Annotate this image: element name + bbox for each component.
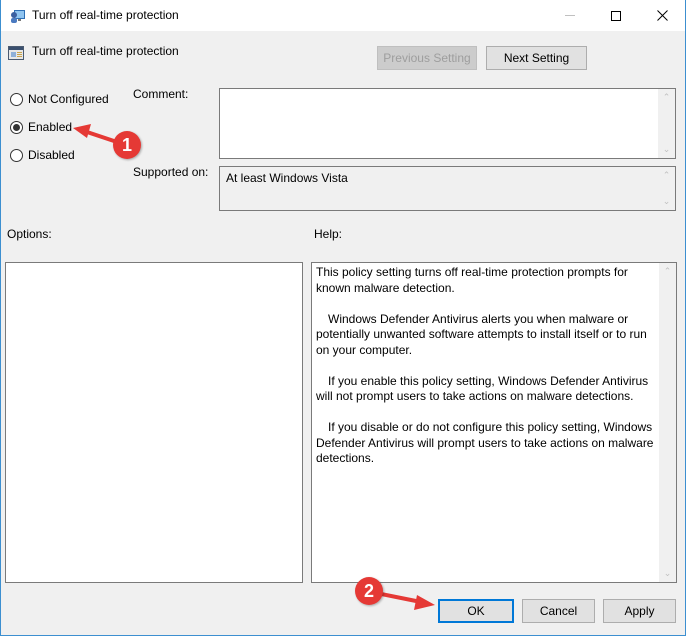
help-paragraph: Windows Defender Antivirus alerts you wh… (316, 311, 647, 357)
help-text: This policy setting turns off real-time … (316, 265, 656, 482)
radio-circle[interactable] (10, 92, 23, 106)
help-label: Help: (314, 227, 343, 241)
scroll-down-icon[interactable]: ⌄ (659, 565, 676, 582)
next-setting-button[interactable]: Next Setting (486, 46, 587, 70)
options-pane (5, 262, 303, 583)
help-paragraph: This policy setting turns off real-time … (316, 265, 628, 295)
comment-textarea[interactable]: ⌃ ⌄ (219, 88, 676, 159)
supported-on-value: At least Windows Vista (226, 171, 348, 185)
maximize-button[interactable] (593, 0, 639, 31)
radio-not-configured[interactable]: Not Configured (10, 92, 109, 106)
annotation-marker-2: 2 (355, 577, 383, 605)
radio-circle-selected[interactable] (10, 120, 23, 134)
scroll-up-icon[interactable]: ⌃ (658, 167, 675, 184)
help-pane: This policy setting turns off real-time … (311, 262, 677, 583)
scroll-down-icon[interactable]: ⌄ (658, 141, 675, 158)
cancel-button[interactable]: Cancel (522, 599, 595, 623)
help-paragraph: If you enable this policy setting, Windo… (316, 373, 649, 404)
supported-on-field: At least Windows Vista ⌃ ⌄ (219, 166, 676, 211)
scroll-down-icon[interactable]: ⌄ (658, 193, 675, 210)
comment-label: Comment: (133, 87, 189, 101)
radio-enabled[interactable]: Enabled (10, 120, 72, 134)
help-paragraph: If you disable or do not configure this … (316, 420, 654, 465)
maximize-icon (611, 10, 621, 21)
minimize-button[interactable] (547, 0, 593, 31)
group-policy-app-icon (11, 10, 25, 23)
policy-dialog-window: Turn off real-time protection Turn off r… (0, 0, 686, 636)
comment-scrollbar[interactable]: ⌃ ⌄ (658, 89, 675, 158)
supported-scrollbar[interactable]: ⌃ ⌄ (658, 167, 675, 210)
radio-label: Not Configured (28, 92, 109, 106)
apply-button[interactable]: Apply (603, 599, 676, 623)
radio-label: Enabled (28, 120, 73, 134)
close-button[interactable] (639, 0, 685, 31)
policy-setting-icon (8, 46, 24, 60)
options-label: Options: (7, 227, 52, 241)
setting-title: Turn off real-time protection (32, 44, 179, 58)
radio-disabled[interactable]: Disabled (10, 148, 75, 162)
annotation-arrow-1 (73, 124, 119, 144)
window-title: Turn off real-time protection (32, 8, 179, 22)
previous-setting-button[interactable]: Previous Setting (377, 46, 477, 70)
supported-on-label: Supported on: (133, 165, 209, 179)
radio-circle[interactable] (10, 148, 23, 162)
annotation-arrow-2 (379, 592, 435, 610)
scroll-up-icon[interactable]: ⌃ (658, 89, 675, 106)
radio-label: Disabled (28, 148, 75, 162)
title-bar[interactable]: Turn off real-time protection (1, 0, 685, 31)
scroll-up-icon[interactable]: ⌃ (659, 263, 676, 280)
close-icon (656, 10, 668, 21)
minimize-icon (565, 15, 575, 16)
help-scrollbar[interactable]: ⌃ ⌄ (659, 263, 676, 582)
annotation-marker-1: 1 (113, 131, 141, 159)
ok-button[interactable]: OK (438, 599, 514, 623)
